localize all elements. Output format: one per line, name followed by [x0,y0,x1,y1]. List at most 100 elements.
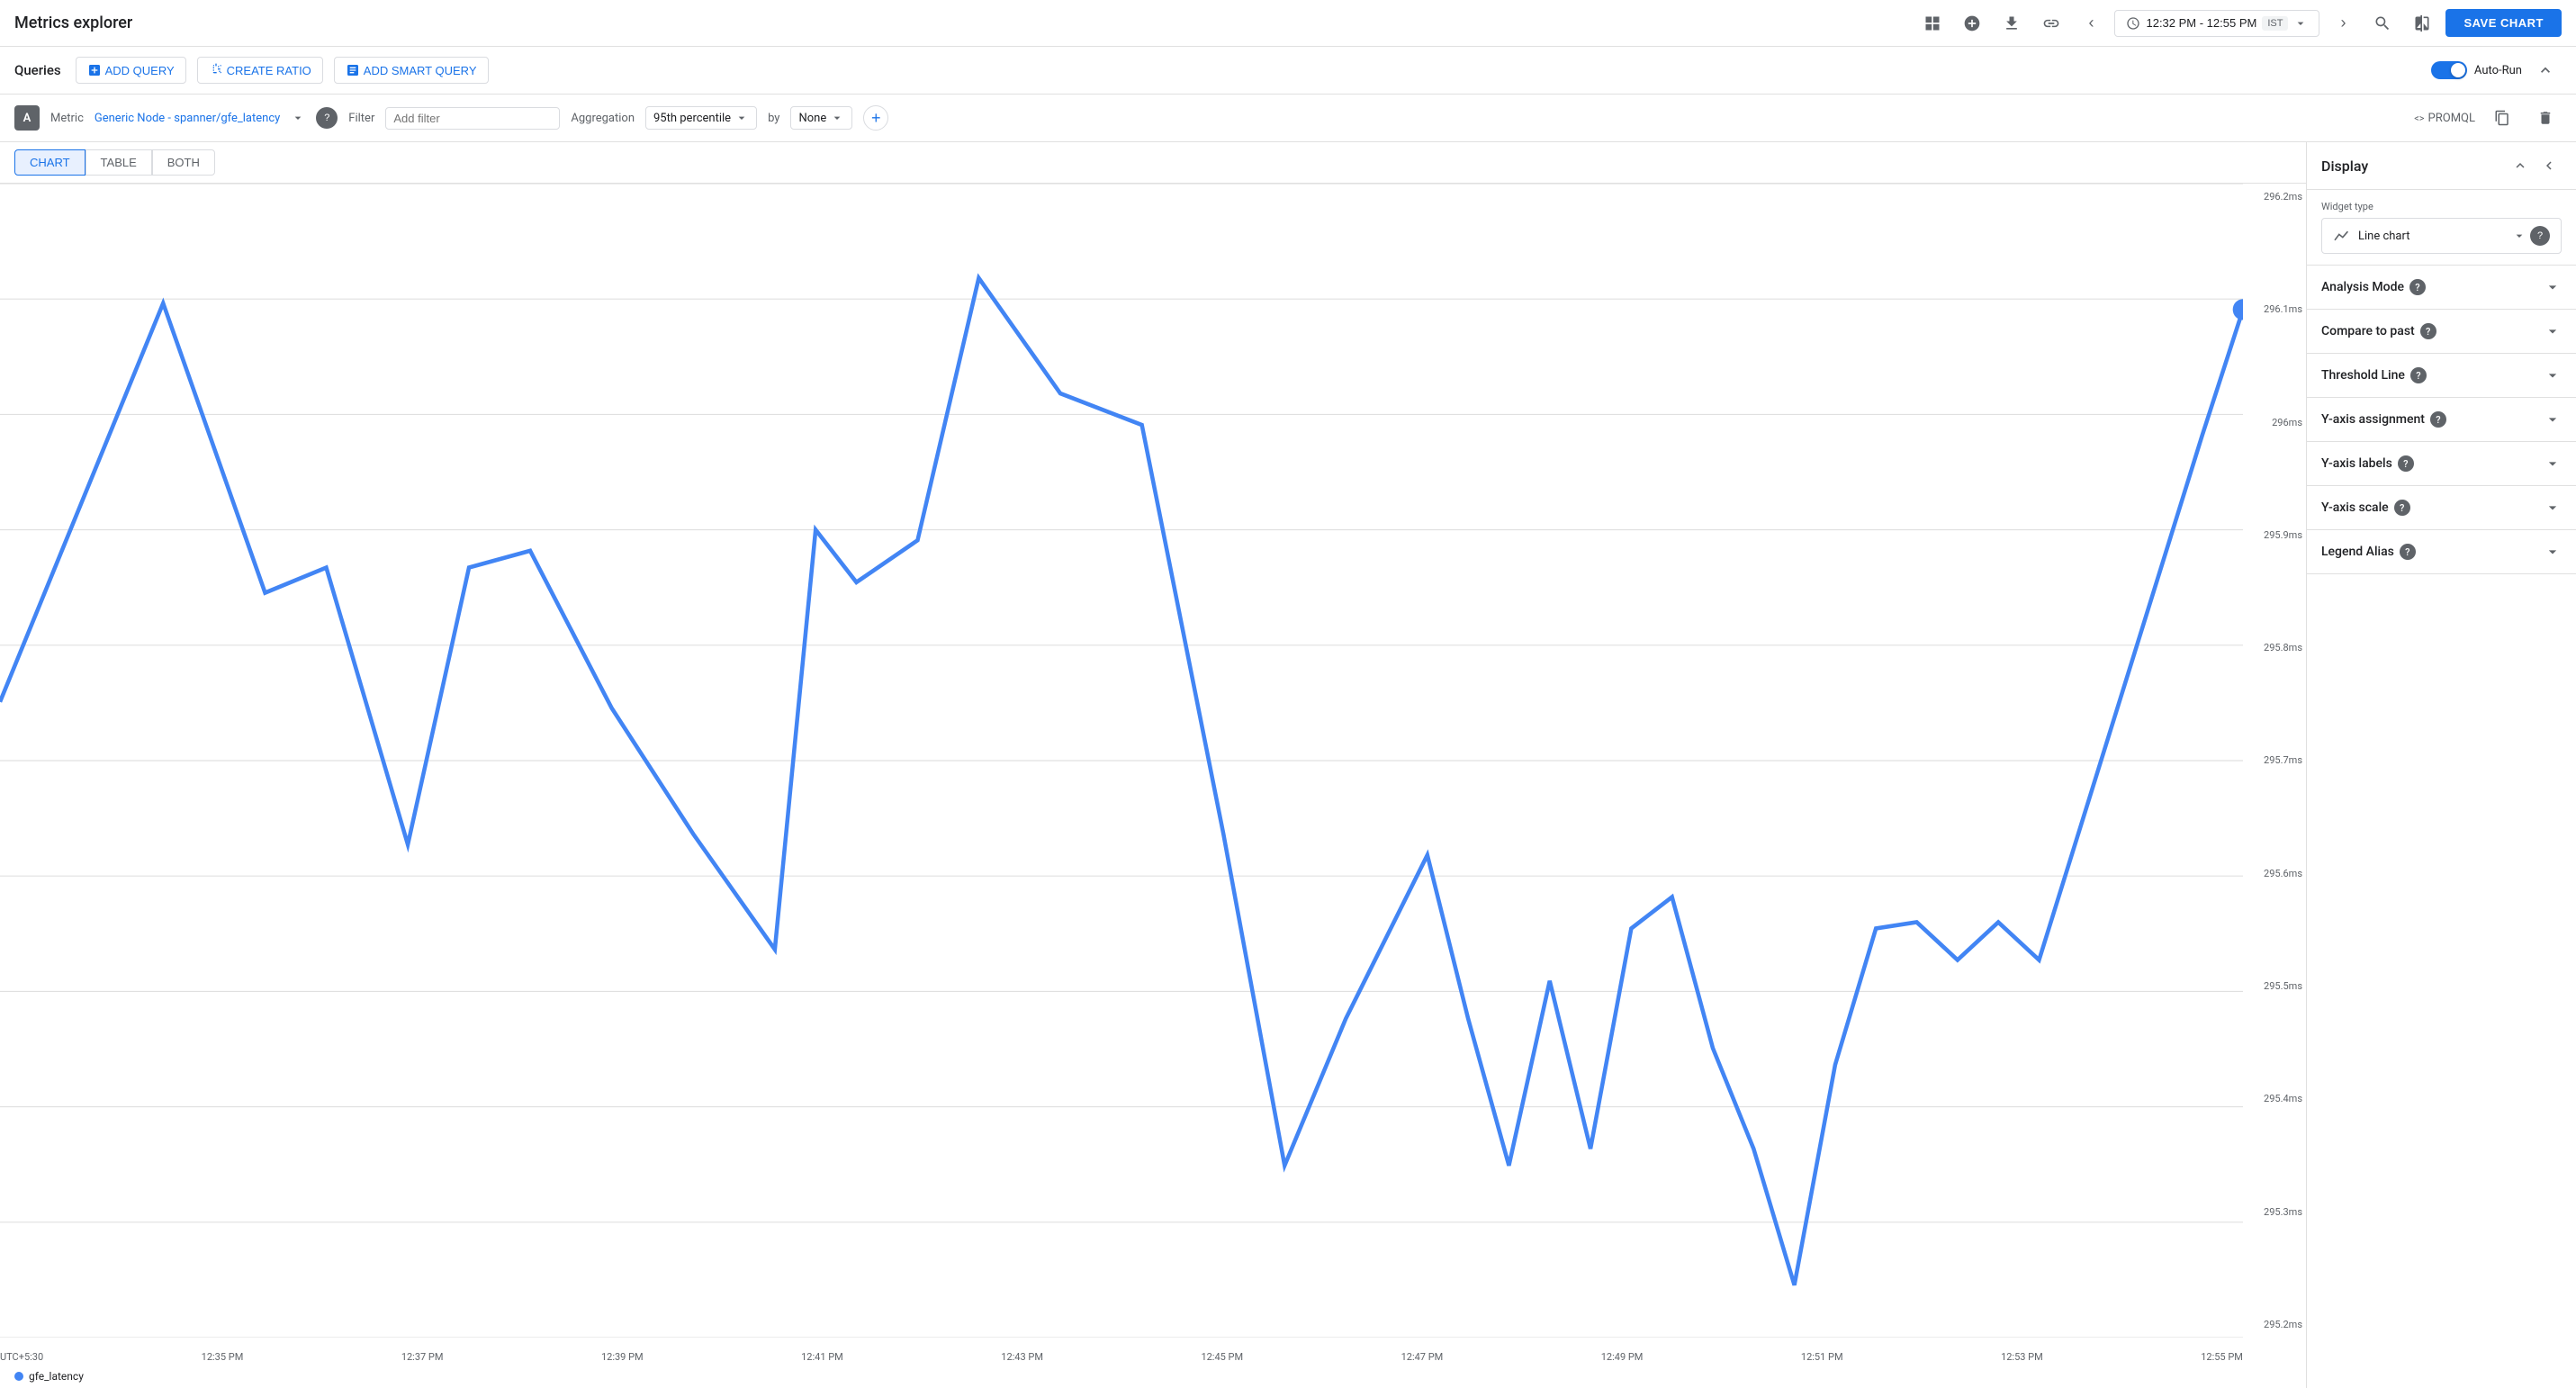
chart-container: 296.2ms 296.1ms 296ms 295.9ms 295.8ms 29… [0,184,2306,1365]
time-range-selector[interactable]: 12:32 PM - 12:55 PM IST [2114,10,2319,37]
filter-input[interactable] [393,112,552,125]
prev-time-btn[interactable]: ‹ [2075,7,2107,40]
right-panel: Display Widget type Line chart [2306,142,2576,1388]
metric-value[interactable]: Generic Node - spanner/gfe_latency [95,112,280,125]
create-ratio-label: CREATE RATIO [227,64,311,77]
chart-svg-container [0,184,2243,1338]
section-help-6[interactable]: ? [2400,544,2416,560]
section-label-3: Y-axis assignment ? [2321,411,2446,428]
section-row-2[interactable]: Threshold Line ? [2307,354,2576,398]
time-range-display: 12:32 PM - 12:55 PM [2146,16,2256,30]
section-help-0[interactable]: ? [2409,279,2426,295]
display-collapse-panel-btn[interactable] [2536,153,2562,178]
widget-type-select[interactable]: Line chart ? [2321,218,2562,254]
section-label-1: Compare to past ? [2321,323,2436,339]
filter-label: Filter [348,112,374,125]
save-chart-button[interactable]: SAVE CHART [2445,9,2562,37]
add-smart-query-label: ADD SMART QUERY [364,64,477,77]
collapse-queries-btn[interactable] [2529,54,2562,86]
section-help-5[interactable]: ? [2394,500,2410,516]
copy-query-btn[interactable] [2486,102,2518,134]
metric-label: Metric [50,112,84,125]
query-row-a: A Metric Generic Node - spanner/gfe_late… [0,95,2576,142]
section-label-6: Legend Alias ? [2321,544,2416,560]
auto-run-label: Auto-Run [2474,64,2522,77]
y-label-10: 295.2ms [2247,1319,2302,1330]
metric-dropdown-icon[interactable] [291,111,305,125]
aggregation-select[interactable]: 95th percentile [645,106,757,130]
filter-area[interactable] [385,107,560,130]
chart-line [0,278,2243,1285]
x-label-1: 12:35 PM [202,1351,244,1363]
y-label-0: 296.2ms [2247,191,2302,203]
widget-type-value: Line chart [2358,230,2409,243]
tab-chart[interactable]: CHART [14,149,86,176]
promql-btn[interactable]: <> PROMQL [2414,112,2475,125]
compare-btn[interactable] [2406,7,2438,40]
next-time-btn[interactable]: › [2327,7,2359,40]
x-label-9: 12:51 PM [1801,1351,1843,1363]
section-help-1[interactable]: ? [2420,323,2436,339]
promql-label: PROMQL [2428,112,2475,125]
widget-type-label: Widget type [2321,201,2562,212]
queries-label: Queries [14,62,61,78]
topbar: Metrics explorer ‹ 12:32 PM - 12:55 PM I… [0,0,2576,47]
x-label-10: 12:53 PM [2001,1351,2043,1363]
x-label-2: 12:37 PM [401,1351,444,1363]
section-row-4[interactable]: Y-axis labels ? [2307,442,2576,486]
add-smart-query-button[interactable]: ADD SMART QUERY [334,57,489,84]
section-row-3[interactable]: Y-axis assignment ? [2307,398,2576,442]
metric-help-btn[interactable]: ? [316,107,338,129]
topbar-actions: ‹ 12:32 PM - 12:55 PM IST › SAVE CHART [1916,7,2562,40]
y-label-9: 295.3ms [2247,1206,2302,1218]
section-label-5: Y-axis scale ? [2321,500,2410,516]
app-title: Metrics explorer [14,14,132,32]
section-help-2[interactable]: ? [2410,367,2427,383]
x-label-8: 12:49 PM [1601,1351,1644,1363]
y-label-5: 295.7ms [2247,754,2302,766]
download-icon-btn[interactable] [1995,7,2028,40]
x-label-0: UTC+5:30 [0,1351,43,1363]
widget-type-dropdown-icon [2512,229,2526,243]
by-select[interactable]: None [790,106,852,130]
delete-query-btn[interactable] [2529,102,2562,134]
section-help-3[interactable]: ? [2430,411,2446,428]
add-query-button[interactable]: ADD QUERY [76,57,186,84]
by-value: None [798,112,826,125]
section-chevron-6 [2544,543,2562,561]
section-help-4[interactable]: ? [2398,455,2414,472]
section-label-4: Y-axis labels ? [2321,455,2414,472]
tab-both[interactable]: BOTH [152,149,215,176]
chart-tabs: CHART TABLE BOTH [0,142,2306,184]
display-title: Display [2321,158,2368,175]
auto-run-area: Auto-Run [2431,54,2562,86]
dashboard-icon-btn[interactable] [1916,7,1949,40]
auto-run-toggle[interactable] [2431,61,2467,79]
x-label-5: 12:43 PM [1001,1351,1043,1363]
link-icon-btn[interactable] [2035,7,2067,40]
y-axis: 296.2ms 296.1ms 296ms 295.9ms 295.8ms 29… [2243,184,2306,1338]
legend-label: gfe_latency [29,1370,84,1383]
query-badge: A [14,105,40,131]
section-row-0[interactable]: Analysis Mode ? [2307,266,2576,310]
add-query-label: ADD QUERY [105,64,175,77]
y-label-2: 296ms [2247,417,2302,428]
line-chart-icon [2333,229,2351,243]
y-label-3: 295.9ms [2247,529,2302,541]
display-expand-btn[interactable] [2508,153,2533,178]
create-ratio-button[interactable]: CREATE RATIO [197,57,323,84]
y-label-7: 295.5ms [2247,980,2302,992]
section-row-5[interactable]: Y-axis scale ? [2307,486,2576,530]
section-row-1[interactable]: Compare to past ? [2307,310,2576,354]
add-dashboard-icon-btn[interactable] [1956,7,1988,40]
add-filter-btn[interactable]: + [863,105,888,131]
tab-table[interactable]: TABLE [86,149,152,176]
widget-type-section: Widget type Line chart ? [2307,190,2576,266]
widget-type-help-btn[interactable]: ? [2530,226,2550,246]
x-axis: UTC+5:30 12:35 PM 12:37 PM 12:39 PM 12:4… [0,1349,2243,1365]
section-row-6[interactable]: Legend Alias ? [2307,530,2576,574]
search-btn[interactable] [2366,7,2399,40]
display-header: Display [2307,142,2576,190]
x-label-4: 12:41 PM [801,1351,843,1363]
chart-legend: gfe_latency [0,1365,2306,1388]
